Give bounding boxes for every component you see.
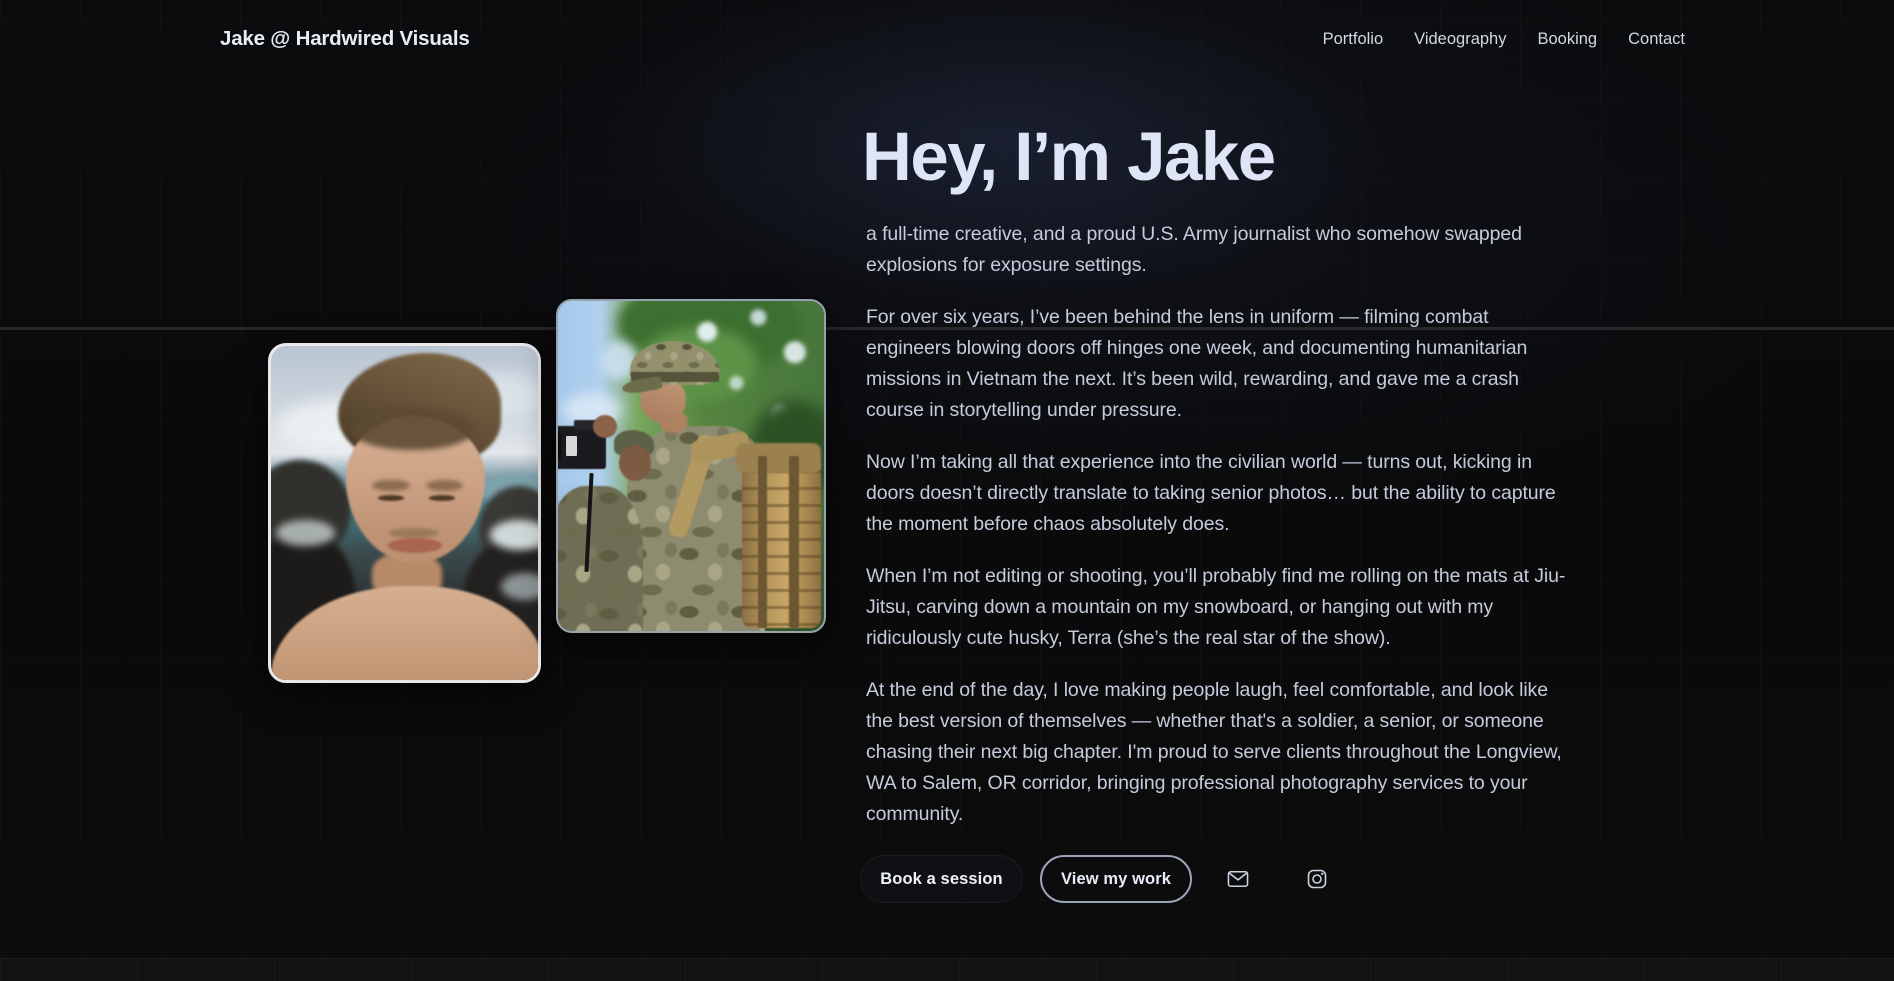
about-paragraph: At the end of the day, I love making peo…	[866, 675, 1572, 830]
photo-art-layer	[736, 443, 821, 473]
photo-art-layer	[789, 456, 798, 628]
photo-selfie-beach	[268, 343, 541, 683]
photo-art-layer	[758, 456, 767, 628]
photo-art-layer	[566, 436, 577, 456]
nav-item-booking[interactable]: Booking	[1537, 30, 1597, 49]
mail-icon	[1227, 869, 1249, 889]
photo-army-journalist	[556, 299, 826, 633]
nav-item-portfolio[interactable]: Portfolio	[1323, 30, 1384, 49]
photo-art-layer	[429, 495, 456, 501]
cta-row: Book a session View my work	[860, 855, 1329, 903]
about-paragraph: a full-time creative, and a proud U.S. A…	[866, 219, 1572, 281]
photo-art-layer	[388, 538, 441, 553]
nav-item-videography[interactable]: Videography	[1414, 30, 1506, 49]
instagram-link[interactable]	[1305, 867, 1329, 891]
next-section-edge	[0, 958, 1894, 981]
photo-art-layer	[619, 445, 651, 481]
photo-art-layer	[593, 415, 617, 438]
photo-art-layer	[501, 573, 541, 600]
photo-art-layer	[556, 486, 643, 633]
photo-art-layer	[378, 495, 405, 501]
photo-art-layer	[372, 480, 409, 492]
about-copy: a full-time creative, and a proud U.S. A…	[866, 219, 1572, 851]
instagram-icon	[1307, 869, 1327, 889]
photo-art-layer	[490, 520, 541, 550]
about-paragraph: For over six years, I’ve been behind the…	[866, 302, 1572, 426]
email-link[interactable]	[1226, 867, 1250, 891]
about-paragraph: When I’m not editing or shooting, you’ll…	[866, 561, 1572, 654]
photo-art-layer	[556, 433, 561, 459]
nav-item-contact[interactable]: Contact	[1628, 30, 1685, 49]
photo-art-layer	[351, 409, 474, 449]
photo-art-layer	[388, 528, 439, 538]
book-session-button[interactable]: Book a session	[860, 855, 1023, 903]
hero-heading: Hey, I’m Jake	[862, 122, 1275, 191]
about-paragraph: Now I’m taking all that experience into …	[866, 447, 1572, 540]
view-work-button[interactable]: View my work	[1040, 855, 1192, 903]
main-nav: Portfolio Videography Booking Contact	[1323, 30, 1685, 49]
brand-logo[interactable]: Jake @ Hardwired Visuals	[220, 27, 470, 51]
photo-art-layer	[742, 456, 822, 628]
page: Jake @ Hardwired Visuals Portfolio Video…	[0, 0, 1894, 981]
